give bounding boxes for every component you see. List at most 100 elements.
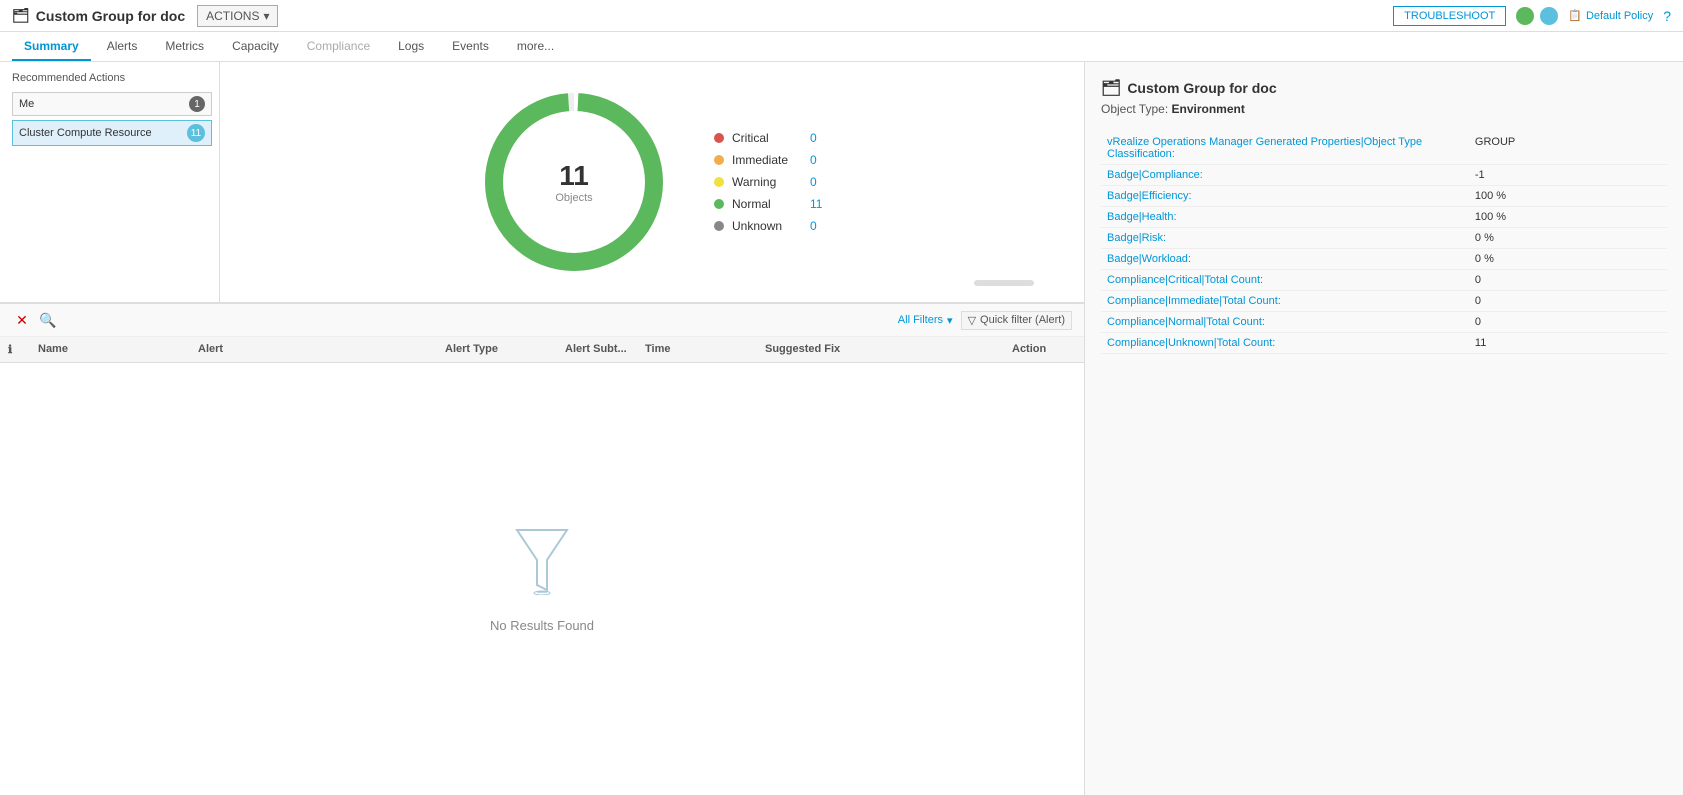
left-panel: Recommended Actions Me 1 Cluster Compute… [0, 62, 1085, 795]
rec-actions-sidebar: Recommended Actions Me 1 Cluster Compute… [0, 62, 220, 302]
actions-button[interactable]: ACTIONS ▾ [197, 5, 278, 27]
tab-capacity[interactable]: Capacity [220, 33, 291, 61]
prop-value-6: 0 [1469, 270, 1667, 291]
prop-label-5: Badge|Workload: [1101, 249, 1469, 270]
search-icon[interactable]: 🔍 [38, 310, 58, 330]
prop-label-3: Badge|Health: [1101, 207, 1469, 228]
nav-tabs: Summary Alerts Metrics Capacity Complian… [0, 32, 1683, 62]
legend-immediate: Immediate 0 [714, 153, 830, 167]
prop-value-5: 0 % [1469, 249, 1667, 270]
all-filters-button[interactable]: All Filters ▾ [898, 314, 953, 327]
rec-actions-title: Recommended Actions [12, 72, 207, 84]
col-info: ℹ [0, 341, 30, 358]
tab-events[interactable]: Events [440, 33, 501, 61]
tab-compliance: Compliance [295, 33, 382, 61]
tab-more[interactable]: more... [505, 33, 566, 61]
normal-dot [714, 199, 724, 209]
normal-label: Normal [732, 197, 802, 211]
prop-label-4: Badge|Risk: [1101, 228, 1469, 249]
help-icon[interactable]: ? [1663, 8, 1671, 24]
top-bar: 🗂 Custom Group for doc ACTIONS ▾ TROUBLE… [0, 0, 1683, 32]
prop-value-2: 100 % [1469, 186, 1667, 207]
horizontal-scrollbar[interactable] [974, 280, 1034, 286]
col-name[interactable]: Name [30, 341, 190, 358]
legend-normal: Normal 11 [714, 197, 830, 211]
donut-text: Objects [555, 192, 592, 204]
funnel-svg [512, 525, 572, 595]
table-row: Badge|Compliance: -1 [1101, 165, 1667, 186]
donut-number: 11 [555, 160, 592, 192]
tab-logs[interactable]: Logs [386, 33, 436, 61]
tab-metrics[interactable]: Metrics [153, 33, 216, 61]
prop-label-2: Badge|Efficiency: [1101, 186, 1469, 207]
prop-value-4: 0 % [1469, 228, 1667, 249]
legend-warning: Warning 0 [714, 175, 830, 189]
col-time[interactable]: Time [637, 341, 757, 358]
troubleshoot-button[interactable]: TROUBLESHOOT [1393, 6, 1506, 26]
table-row: Badge|Workload: 0 % [1101, 249, 1667, 270]
prop-value-7: 0 [1469, 291, 1667, 312]
legend-unknown: Unknown 0 [714, 219, 830, 233]
top-icons [1516, 7, 1558, 25]
cluster-filter-btn[interactable]: Cluster Compute Resource 11 [12, 120, 212, 146]
default-policy-link[interactable]: 📋 Default Policy [1568, 9, 1653, 22]
immediate-value: 0 [810, 153, 830, 167]
prop-value-0: GROUP [1469, 132, 1667, 165]
right-panel: 🗂 Custom Group for doc Object Type: Envi… [1085, 62, 1683, 795]
page-title-icon: 🗂 [12, 7, 30, 24]
funnel-icon [512, 525, 572, 608]
delete-icon[interactable]: ✕ [12, 310, 32, 330]
donut-label: 11 Objects [555, 160, 592, 204]
col-alert-subtype[interactable]: Alert Subt... [557, 341, 637, 358]
top-bar-left: 🗂 Custom Group for doc ACTIONS ▾ [12, 5, 278, 27]
scroll-indicator [974, 280, 1034, 286]
table-row: Compliance|Unknown|Total Count: 11 [1101, 333, 1667, 354]
chart-container: 11 Objects Critical 0 Immedi [474, 82, 830, 282]
unknown-value: 0 [810, 219, 830, 233]
table-header: ℹ Name Alert Alert Type Alert Subt... Ti… [0, 337, 1084, 363]
col-action[interactable]: Action [1004, 341, 1084, 358]
chevron-down-icon: ▾ [263, 9, 269, 23]
critical-dot [714, 133, 724, 143]
table-row: Badge|Health: 100 % [1101, 207, 1667, 228]
immediate-dot [714, 155, 724, 165]
alert-toolbar: ✕ 🔍 All Filters ▾ ▽ Quick filter (Alert) [0, 304, 1084, 337]
table-row: Compliance|Normal|Total Count: 0 [1101, 312, 1667, 333]
immediate-label: Immediate [732, 153, 802, 167]
table-row: Badge|Risk: 0 % [1101, 228, 1667, 249]
prop-label-8: Compliance|Normal|Total Count: [1101, 312, 1469, 333]
prop-value-1: -1 [1469, 165, 1667, 186]
col-alert-type[interactable]: Alert Type [437, 341, 557, 358]
prop-label-7: Compliance|Immediate|Total Count: [1101, 291, 1469, 312]
no-results-label: No Results Found [490, 618, 594, 633]
status-green-icon [1516, 7, 1534, 25]
policy-icon: 📋 [1568, 9, 1582, 22]
alert-toolbar-right: All Filters ▾ ▽ Quick filter (Alert) [898, 311, 1072, 330]
table-row: Badge|Efficiency: 100 % [1101, 186, 1667, 207]
chart-area: 11 Objects Critical 0 Immedi [220, 62, 1084, 302]
critical-label: Critical [732, 131, 802, 145]
warning-label: Warning [732, 175, 802, 189]
donut-chart: 11 Objects [474, 82, 674, 282]
page-title: 🗂 Custom Group for doc [12, 7, 185, 24]
no-results-area: No Results Found [0, 363, 1084, 795]
col-suggested-fix[interactable]: Suggested Fix [757, 341, 1004, 358]
quick-filter-button[interactable]: ▽ Quick filter (Alert) [961, 311, 1072, 330]
prop-value-3: 100 % [1469, 207, 1667, 228]
critical-value: 0 [810, 131, 830, 145]
prop-label-6: Compliance|Critical|Total Count: [1101, 270, 1469, 291]
tab-summary[interactable]: Summary [12, 33, 91, 61]
chevron-down-icon: ▾ [947, 314, 953, 327]
right-panel-title: 🗂 Custom Group for doc [1101, 78, 1667, 98]
filter-icon: ▽ [968, 314, 976, 327]
page-title-text: Custom Group for doc [36, 8, 185, 24]
unknown-dot [714, 221, 724, 231]
me-filter-btn[interactable]: Me 1 [12, 92, 212, 116]
col-alert[interactable]: Alert [190, 341, 437, 358]
normal-value: 11 [810, 197, 830, 211]
table-row: Compliance|Immediate|Total Count: 0 [1101, 291, 1667, 312]
top-bar-right: TROUBLESHOOT 📋 Default Policy ? [1393, 6, 1671, 26]
prop-label-9: Compliance|Unknown|Total Count: [1101, 333, 1469, 354]
tab-alerts[interactable]: Alerts [95, 33, 150, 61]
alert-toolbar-left: ✕ 🔍 [12, 310, 58, 330]
